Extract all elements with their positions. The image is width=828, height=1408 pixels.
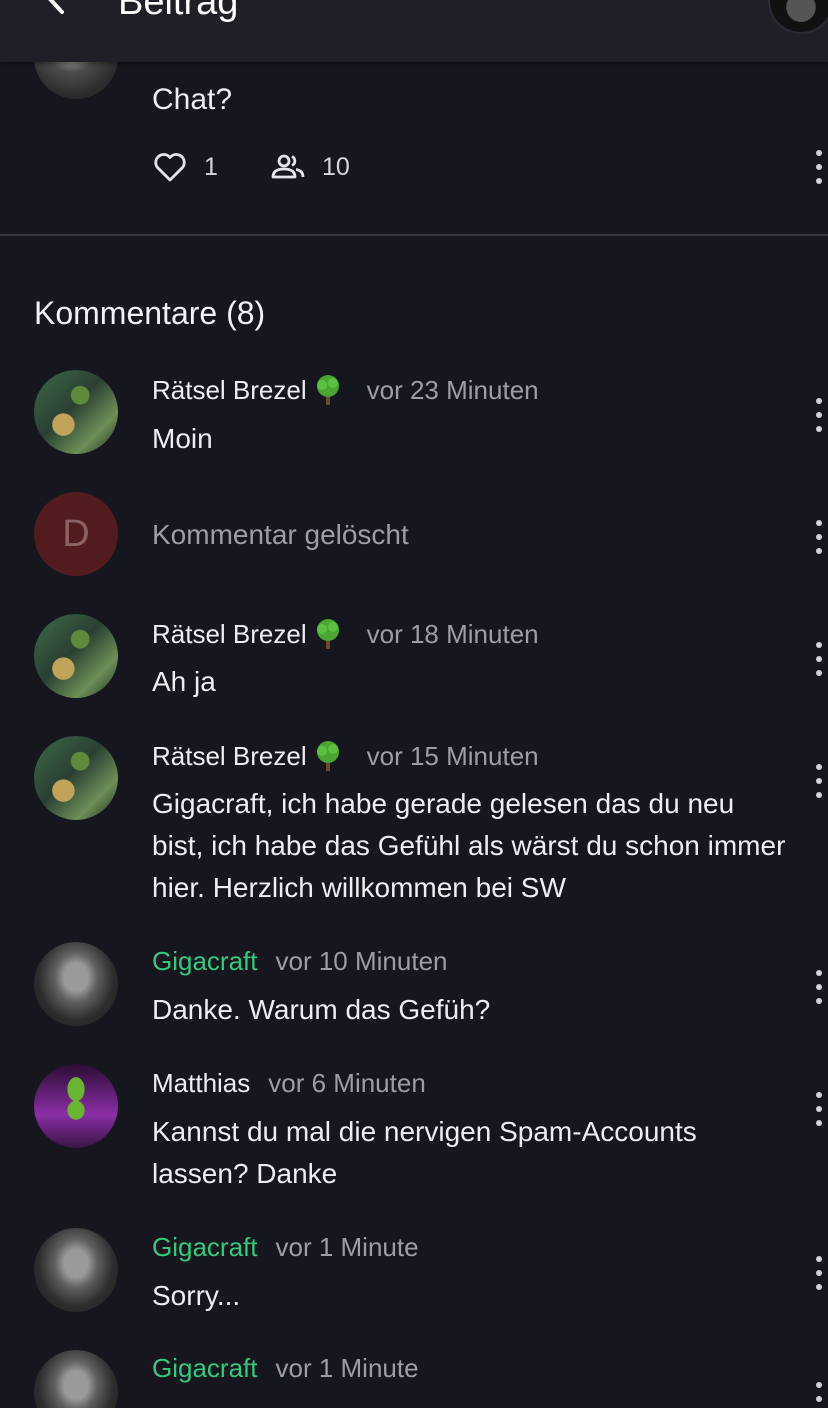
comment-meta: Gigacraft vor 1 Minute xyxy=(152,1231,419,1263)
comment-text: Danke. Warum das Gefüh? xyxy=(152,994,491,1025)
comment-time: vor 6 Minuten xyxy=(268,1068,426,1098)
comment-more-menu-icon[interactable] xyxy=(814,642,824,676)
comment-author[interactable]: Matthias xyxy=(152,1067,250,1099)
user-avatar[interactable] xyxy=(768,0,828,34)
avatar[interactable] xyxy=(34,1064,118,1148)
comment-text: Ah ja xyxy=(152,666,216,697)
comment-text: Gigacraft, ich habe gerade gelesen das d… xyxy=(152,788,786,903)
avatar[interactable] xyxy=(34,942,118,1026)
comment-more-menu-icon[interactable] xyxy=(814,1092,824,1126)
comment-meta: Rätsel Brezel vor 23 Minuten xyxy=(152,373,539,407)
comment-time: vor 10 Minuten xyxy=(275,946,448,976)
comment-text: Kannst du mal die nervigen Spam-Accounts… xyxy=(152,1116,697,1189)
avatar[interactable]: D xyxy=(34,492,118,576)
top-app-bar: Beitrag xyxy=(0,0,828,62)
comment-time: vor 18 Minuten xyxy=(366,619,539,649)
comment-more-menu-icon[interactable] xyxy=(814,1256,824,1290)
heart-icon xyxy=(154,153,186,182)
comment-time: vor 23 Minuten xyxy=(366,375,539,405)
divider xyxy=(0,234,828,236)
comment-more-menu-icon[interactable] xyxy=(814,1382,824,1408)
comment-time: vor 15 Minuten xyxy=(366,741,539,771)
like-button[interactable]: 1 xyxy=(152,149,270,185)
comments-heading: Kommentare (8) xyxy=(34,295,266,331)
post-text: Chat? xyxy=(152,83,233,116)
tree-icon xyxy=(316,375,339,405)
people-icon xyxy=(271,154,305,179)
comment-author[interactable]: Gigacraft xyxy=(152,945,258,977)
chevron-left-icon[interactable] xyxy=(40,0,74,16)
comment-meta: Rätsel Brezel vor 18 Minuten xyxy=(152,617,539,651)
comment-more-menu-icon[interactable] xyxy=(814,764,824,798)
page-title: Beitrag xyxy=(118,0,239,23)
participants-button[interactable]: 10 xyxy=(270,149,350,185)
comment-meta: Gigacraft vor 1 Minute xyxy=(152,1352,419,1384)
comment-author[interactable]: Gigacraft xyxy=(152,1231,258,1263)
comment-meta: Matthias vor 6 Minuten xyxy=(152,1067,426,1099)
comment-more-menu-icon[interactable] xyxy=(814,970,824,1004)
tree-icon xyxy=(316,741,339,771)
avatar[interactable] xyxy=(34,1350,118,1408)
participants-count: 10 xyxy=(322,152,350,181)
comment-text: Moin xyxy=(152,423,213,454)
post-more-menu-icon[interactable] xyxy=(814,150,824,184)
comment-author[interactable]: Gigacraft xyxy=(152,1352,258,1384)
like-count: 1 xyxy=(204,152,218,181)
comment-meta: Rätsel Brezel vor 15 Minuten xyxy=(152,739,539,773)
comment-more-menu-icon[interactable] xyxy=(814,520,824,554)
comment-time: vor 1 Minute xyxy=(275,1353,419,1383)
post-actions: 1 10 xyxy=(152,148,350,186)
comment-text: Sorry... xyxy=(152,1280,241,1311)
avatar[interactable] xyxy=(34,1228,118,1312)
avatar[interactable] xyxy=(34,614,118,698)
comment-item: Gigacraft vor 1 Minute xyxy=(0,1350,828,1408)
comment-author[interactable]: Rätsel Brezel xyxy=(152,740,307,772)
comment-author[interactable]: Rätsel Brezel xyxy=(152,618,307,650)
tree-icon xyxy=(316,619,339,649)
comment-more-menu-icon[interactable] xyxy=(814,398,824,432)
comment-author[interactable]: Rätsel Brezel xyxy=(152,374,307,406)
avatar[interactable] xyxy=(34,736,118,820)
avatar[interactable] xyxy=(34,370,118,454)
comment-time: vor 1 Minute xyxy=(275,1232,419,1262)
deleted-comment-text: Kommentar gelöscht xyxy=(152,519,409,550)
comment-meta: Gigacraft vor 10 Minuten xyxy=(152,945,447,977)
